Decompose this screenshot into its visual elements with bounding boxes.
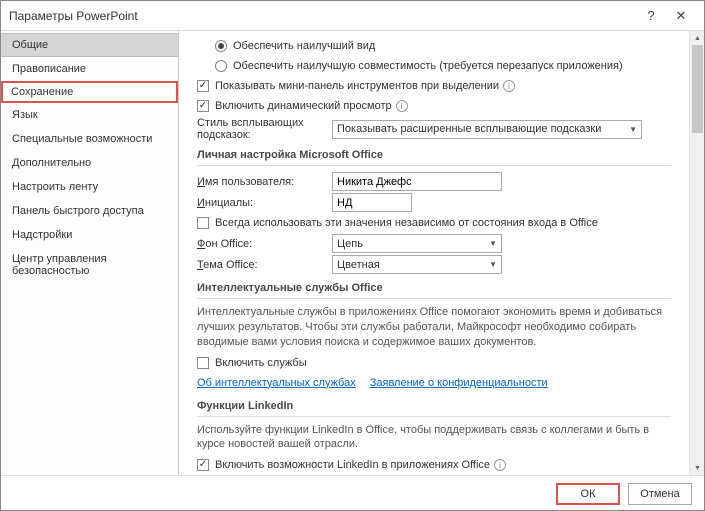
chk-always-row: Всегда использовать эти значения независ… <box>197 214 671 232</box>
options-content: Обеспечить наилучший вид Обеспечить наил… <box>179 31 689 475</box>
sidebar-item-trust-center[interactable]: Центр управления безопасностью <box>1 247 178 283</box>
office-theme-select[interactable]: Цветная ▼ <box>332 255 502 274</box>
chevron-down-icon: ▼ <box>489 260 497 269</box>
dialog-body: Общие Правописание Сохранение Язык Специ… <box>1 31 704 475</box>
window-title: Параметры PowerPoint <box>9 9 636 23</box>
scroll-thumb[interactable] <box>692 45 703 133</box>
chk-preview-label: Включить динамический просмотр <box>215 100 392 112</box>
tooltip-style-row: Стиль всплывающих подсказок: Показывать … <box>197 117 671 141</box>
tooltip-style-select[interactable]: Показывать расширенные всплывающие подск… <box>332 120 642 139</box>
sidebar-item-customize-ribbon[interactable]: Настроить ленту <box>1 175 178 199</box>
intelligent-desc: Интеллектуальные службы в приложениях Of… <box>197 305 671 350</box>
intel-links-row: Об интеллектуальных службах Заявление о … <box>197 374 671 392</box>
chk-linkedin-label: Включить возможности LinkedIn в приложен… <box>215 459 490 471</box>
section-linkedin: Функции LinkedIn <box>197 400 671 417</box>
sidebar-item-quick-access[interactable]: Панель быстрого доступа <box>1 199 178 223</box>
titlebar: Параметры PowerPoint ? ✕ <box>1 1 704 31</box>
scrollbar[interactable]: ▲ ▼ <box>689 31 704 475</box>
tooltip-style-value: Показывать расширенные всплывающие подск… <box>337 123 601 135</box>
sidebar-item-advanced[interactable]: Дополнительно <box>1 151 178 175</box>
office-bg-select[interactable]: Цепь ▼ <box>332 234 502 253</box>
chk-linkedin-row: Включить возможности LinkedIn в приложен… <box>197 456 671 474</box>
info-icon[interactable]: i <box>503 80 515 92</box>
initials-input[interactable] <box>332 193 412 212</box>
linkedin-desc: Используйте функции LinkedIn в Office, ч… <box>197 423 671 453</box>
chk-mini-toolbar[interactable] <box>197 80 209 92</box>
sidebar-item-addins[interactable]: Надстройки <box>1 223 178 247</box>
main-panel: Обеспечить наилучший вид Обеспечить наил… <box>179 31 704 475</box>
office-theme-label: Тема Office: <box>197 259 332 271</box>
radio-compat-label: Обеспечить наилучшую совместимость (треб… <box>233 60 623 72</box>
chk-enable-linkedin[interactable] <box>197 459 209 471</box>
username-row: Имя пользователя: <box>197 172 671 191</box>
ok-button[interactable]: ОК <box>556 483 620 505</box>
cancel-button[interactable]: Отмена <box>628 483 692 505</box>
initials-row: Инициалы: <box>197 193 671 212</box>
chk-mini-label: Показывать мини-панель инструментов при … <box>215 80 499 92</box>
link-about-services[interactable]: Об интеллектуальных службах <box>197 377 356 389</box>
sidebar-item-language[interactable]: Язык <box>1 103 178 127</box>
office-theme-value: Цветная <box>337 259 380 271</box>
info-icon[interactable]: i <box>494 459 506 471</box>
office-bg-value: Цепь <box>337 238 363 250</box>
sidebar-item-general[interactable]: Общие <box>1 33 178 57</box>
chk-services-row: Включить службы <box>197 354 671 372</box>
info-icon[interactable]: i <box>396 100 408 112</box>
scroll-down-icon[interactable]: ▼ <box>690 461 704 475</box>
section-personal: Личная настройка Microsoft Office <box>197 149 671 166</box>
chk-services-label: Включить службы <box>215 357 307 369</box>
radio-best-view-row: Обеспечить наилучший вид <box>215 37 671 55</box>
radio-best-view-label: Обеспечить наилучший вид <box>233 40 375 52</box>
chk-always-use[interactable] <box>197 217 209 229</box>
chk-live-preview[interactable] <box>197 100 209 112</box>
office-theme-row: Тема Office: Цветная ▼ <box>197 255 671 274</box>
office-bg-label: Фон Office: <box>197 238 332 250</box>
sidebar-item-save[interactable]: Сохранение <box>1 81 178 103</box>
chk-enable-services[interactable] <box>197 357 209 369</box>
radio-compat[interactable] <box>215 60 227 72</box>
username-label: Имя пользователя: <box>197 176 332 188</box>
dialog-footer: ОК Отмена <box>1 475 704 511</box>
radio-compat-row: Обеспечить наилучшую совместимость (треб… <box>215 57 671 75</box>
chevron-down-icon: ▼ <box>489 239 497 248</box>
sidebar-item-proofing[interactable]: Правописание <box>1 57 178 81</box>
tooltip-style-label: Стиль всплывающих подсказок: <box>197 117 332 141</box>
chk-preview-row: Включить динамический просмотр i <box>197 97 671 115</box>
username-input[interactable] <box>332 172 502 191</box>
section-intelligent: Интеллектуальные службы Office <box>197 282 671 299</box>
help-button[interactable]: ? <box>636 5 666 27</box>
chevron-down-icon: ▼ <box>629 125 637 134</box>
scroll-up-icon[interactable]: ▲ <box>690 31 704 45</box>
radio-best-view[interactable] <box>215 40 227 52</box>
close-button[interactable]: ✕ <box>666 5 696 27</box>
office-bg-row: Фон Office: Цепь ▼ <box>197 234 671 253</box>
chk-always-label: Всегда использовать эти значения независ… <box>215 217 598 229</box>
link-privacy[interactable]: Заявление о конфиденциальности <box>370 377 548 389</box>
category-sidebar: Общие Правописание Сохранение Язык Специ… <box>1 31 179 475</box>
chk-mini-row: Показывать мини-панель инструментов при … <box>197 77 671 95</box>
sidebar-item-accessibility[interactable]: Специальные возможности <box>1 127 178 151</box>
initials-label: Инициалы: <box>197 197 332 209</box>
